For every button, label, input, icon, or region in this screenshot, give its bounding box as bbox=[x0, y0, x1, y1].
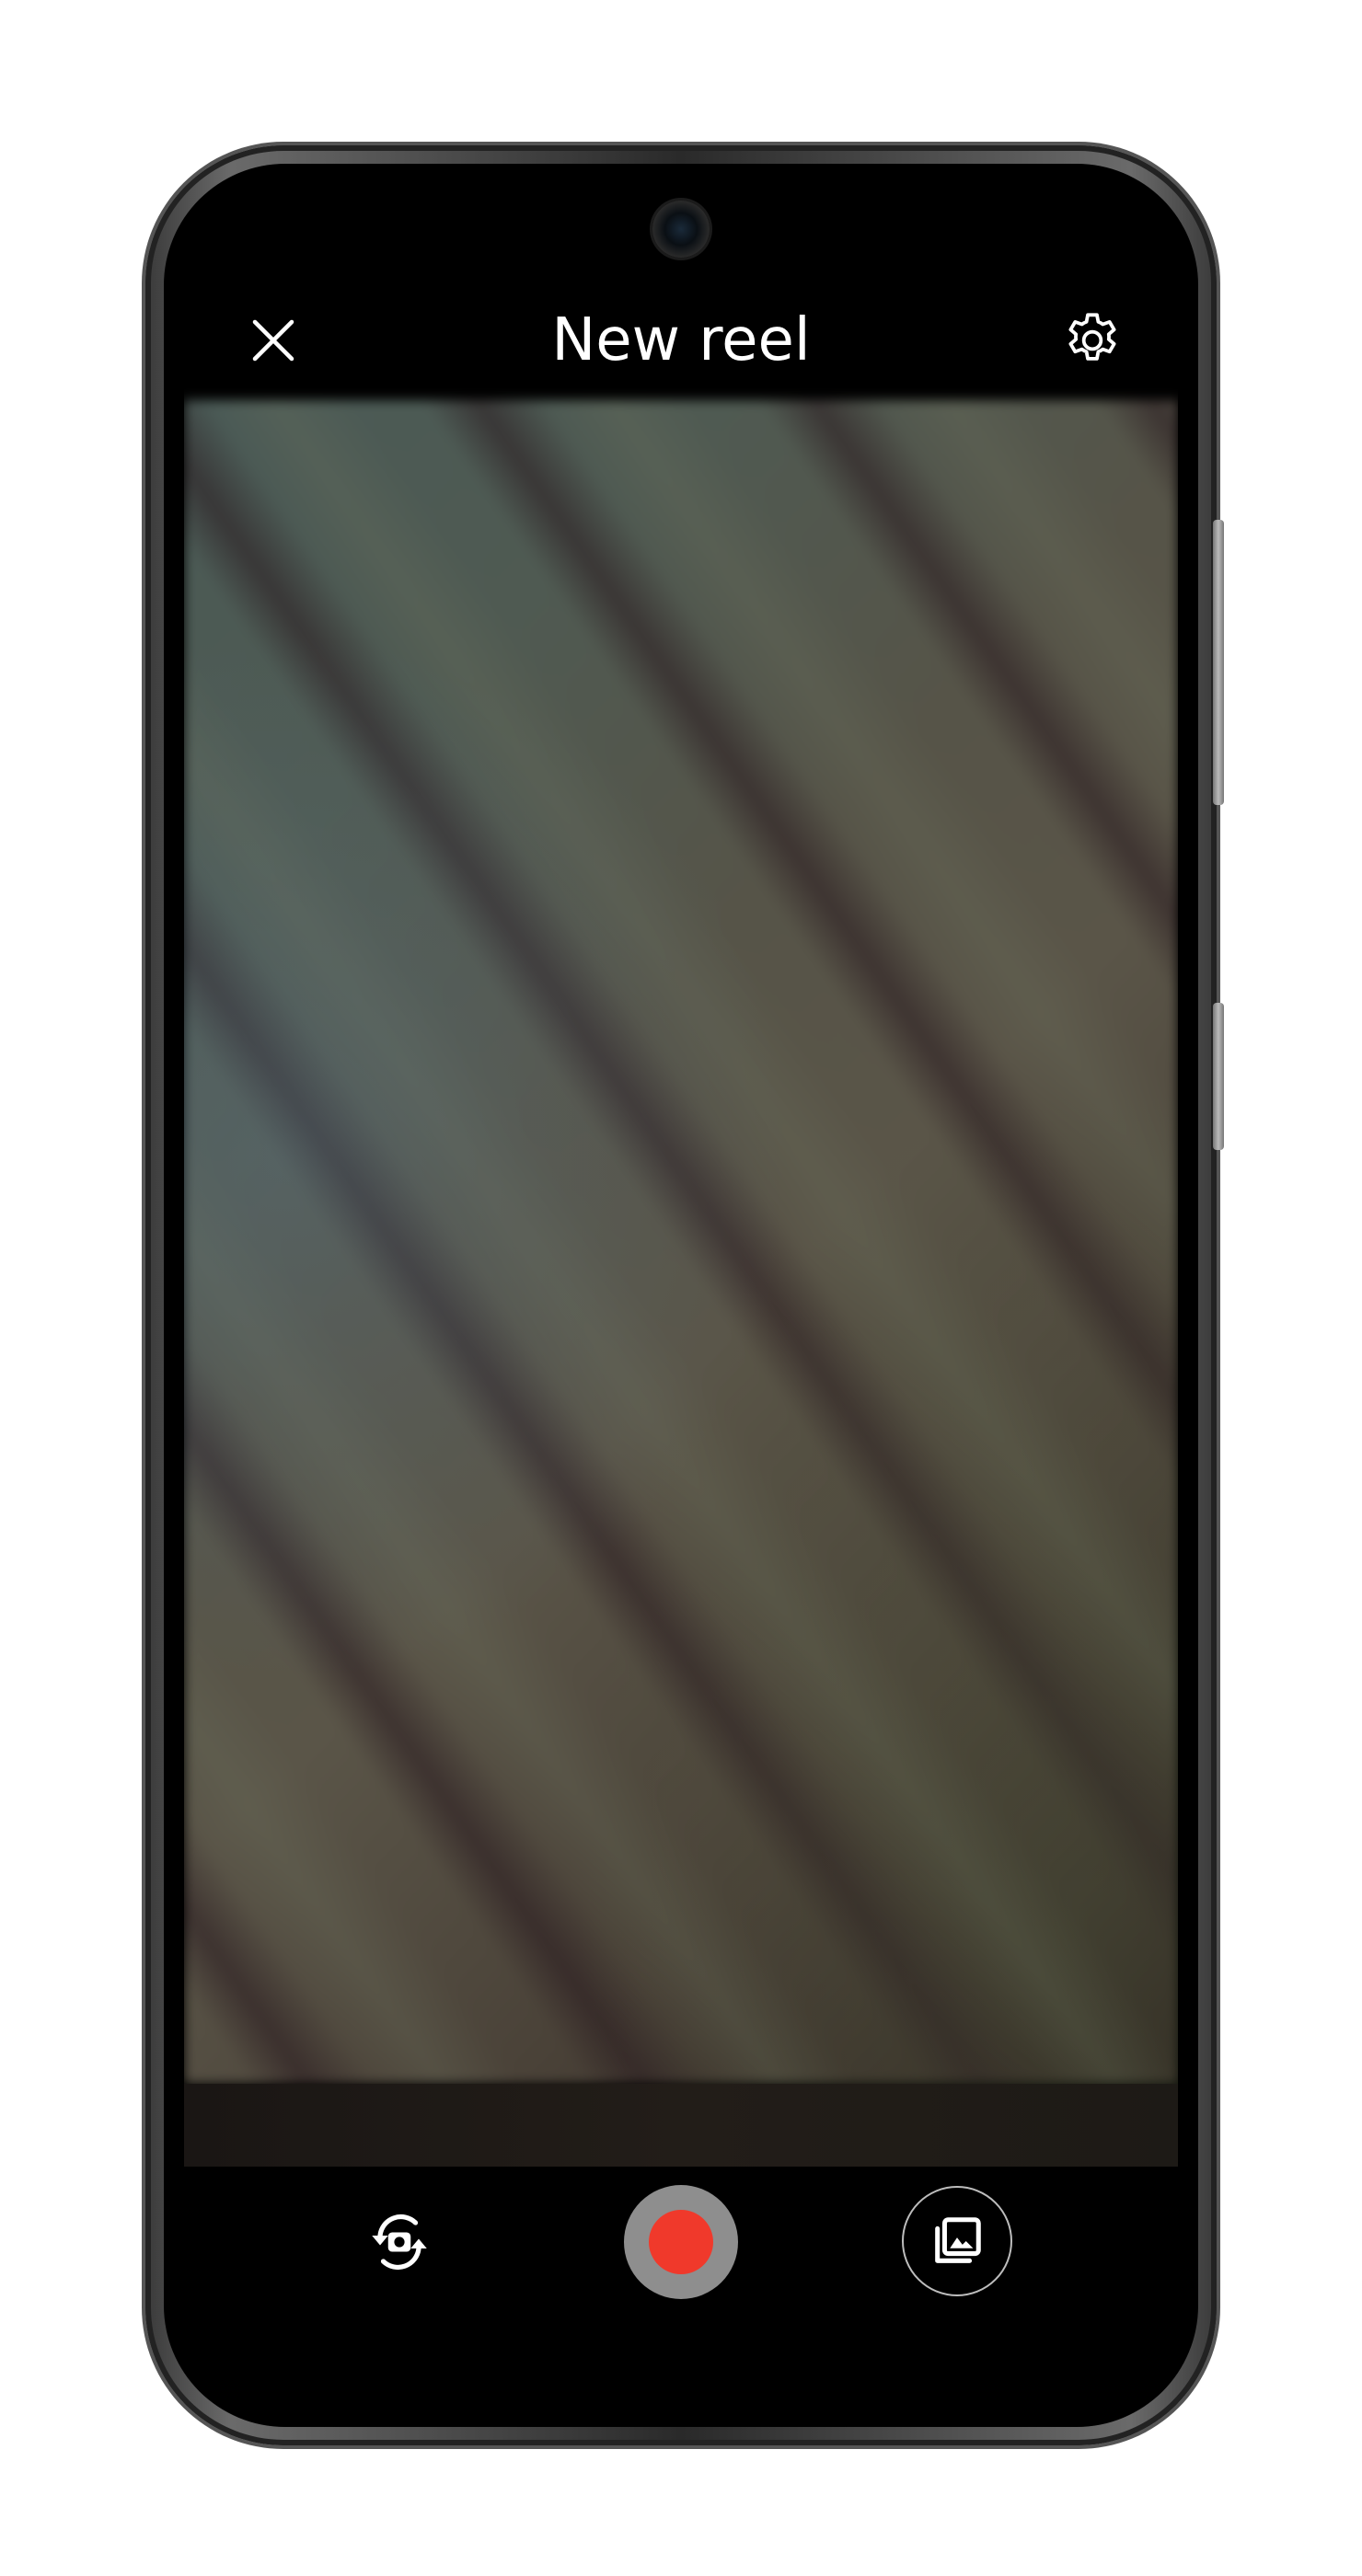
flip-camera-button[interactable] bbox=[353, 2196, 445, 2288]
volume-button bbox=[1213, 520, 1224, 805]
gallery-icon bbox=[935, 2217, 981, 2263]
page-title: New reel bbox=[551, 306, 811, 374]
power-button bbox=[1213, 1003, 1224, 1150]
viewfinder-bottom-strip bbox=[184, 2084, 1178, 2167]
record-icon bbox=[649, 2210, 713, 2274]
viewfinder-tint bbox=[184, 400, 1178, 2084]
gear-icon bbox=[1068, 313, 1116, 361]
phone-screen: New reel bbox=[184, 184, 1178, 2392]
record-button[interactable] bbox=[624, 2185, 738, 2299]
gallery-button[interactable] bbox=[902, 2186, 1012, 2296]
settings-button[interactable] bbox=[1056, 305, 1128, 376]
top-app-bar: New reel bbox=[184, 281, 1178, 400]
flip-camera-icon bbox=[372, 2214, 427, 2270]
front-camera bbox=[652, 201, 710, 258]
camera-controls-bar bbox=[184, 2167, 1178, 2392]
